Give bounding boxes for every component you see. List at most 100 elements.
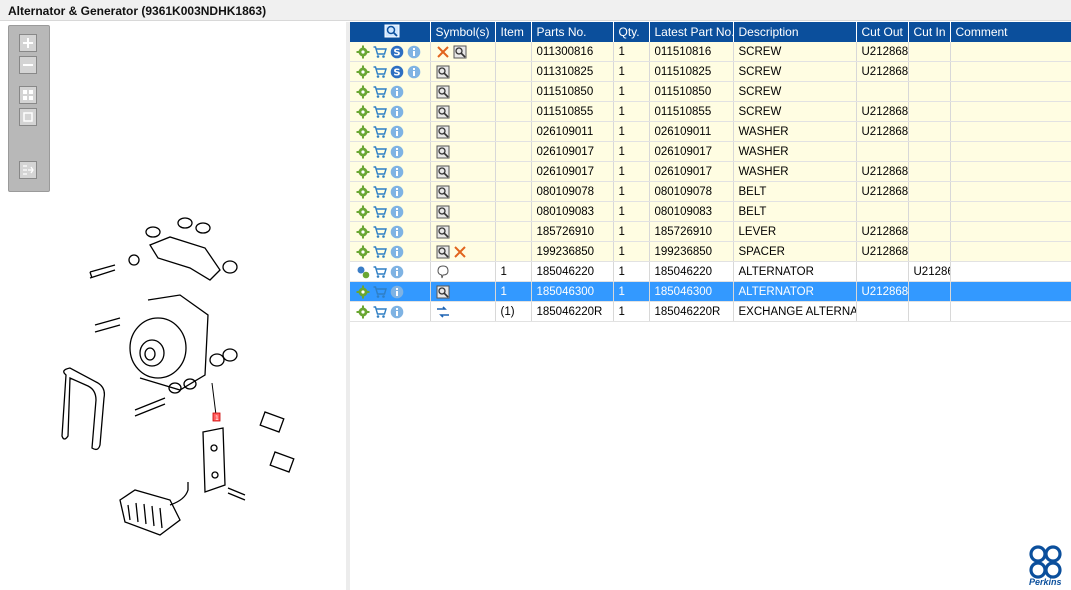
table-row[interactable]: S 0113108251011510825SCREWU212868L bbox=[350, 61, 1071, 82]
catalog-view-icon[interactable] bbox=[436, 205, 450, 219]
cart-icon[interactable] bbox=[373, 85, 387, 99]
table-row[interactable]: 1857269101185726910LEVERU212868L bbox=[350, 221, 1071, 242]
info-icon[interactable] bbox=[390, 105, 404, 119]
table-row[interactable]: S 0113008161011510816SCREWU212868L bbox=[350, 42, 1071, 62]
settings-gear-icon[interactable] bbox=[356, 245, 370, 259]
cell-qty: 1 bbox=[613, 61, 650, 82]
table-row[interactable]: 026109017 1 026109017 WASHER bbox=[350, 141, 1071, 162]
info-icon[interactable] bbox=[407, 45, 421, 59]
table-row[interactable]: 0261090171026109017WASHERU212868L bbox=[350, 161, 1071, 182]
cell-cut-out bbox=[856, 261, 909, 282]
info-icon[interactable] bbox=[390, 265, 404, 279]
cart-icon[interactable] bbox=[373, 125, 387, 139]
column-header[interactable]: Comment bbox=[950, 22, 1071, 42]
settings-gear-icon[interactable] bbox=[356, 65, 370, 79]
table-row[interactable]: 1992368501199236850SPACERU212868L bbox=[350, 241, 1071, 262]
cell-qty: 1 bbox=[613, 181, 650, 202]
cart-icon[interactable] bbox=[373, 245, 387, 259]
settings-gear-icon[interactable] bbox=[356, 125, 370, 139]
catalog-view-icon[interactable] bbox=[436, 285, 450, 299]
cart-icon[interactable] bbox=[373, 65, 387, 79]
catalog-view-icon[interactable] bbox=[436, 65, 450, 79]
info-icon[interactable] bbox=[390, 245, 404, 259]
info-icon[interactable] bbox=[390, 165, 404, 179]
cart-icon[interactable] bbox=[373, 185, 387, 199]
cell-latest: 026109011 bbox=[649, 121, 734, 142]
info-icon[interactable] bbox=[390, 305, 404, 319]
column-header[interactable]: Latest Part No. bbox=[649, 22, 734, 42]
cart-icon[interactable] bbox=[373, 105, 387, 119]
table-row[interactable]: 11850463001185046300ALTERNATORU212868L bbox=[350, 281, 1071, 302]
table-row[interactable]: 0261090111026109011WASHERU212868L bbox=[350, 121, 1071, 142]
cart-icon[interactable] bbox=[373, 285, 387, 299]
cell-qty: 1 bbox=[613, 261, 650, 282]
settings-gear-icon[interactable] bbox=[356, 225, 370, 239]
settings-gear-icon[interactable] bbox=[356, 45, 370, 59]
catalog-view-icon[interactable] bbox=[436, 245, 450, 259]
catalog-view-icon[interactable] bbox=[436, 225, 450, 239]
catalog-view-icon[interactable] bbox=[436, 185, 450, 199]
info-icon[interactable] bbox=[390, 85, 404, 99]
supersession-icon[interactable]: S bbox=[390, 65, 404, 79]
cell-desc: SPACER bbox=[733, 241, 857, 262]
settings-gear-icon[interactable] bbox=[356, 305, 370, 319]
table-row[interactable]: (1) 185046220R 1 185046220R EXCHANGE ALTERNA… bbox=[350, 301, 1071, 322]
table-row[interactable]: 080109083 1 080109083 BELT bbox=[350, 201, 1071, 222]
settings-gear-icon[interactable] bbox=[356, 165, 370, 179]
column-header[interactable]: Cut Out bbox=[856, 22, 909, 42]
column-header[interactable]: Description bbox=[733, 22, 857, 42]
arrow-right-icon bbox=[23, 165, 34, 175]
catalog-view-icon[interactable] bbox=[436, 105, 450, 119]
column-header[interactable]: Symbol(s) bbox=[430, 22, 496, 42]
info-icon[interactable] bbox=[390, 225, 404, 239]
column-header[interactable]: Item bbox=[495, 22, 532, 42]
actual-size-button[interactable] bbox=[19, 108, 37, 126]
supersession-icon[interactable]: S bbox=[390, 45, 404, 59]
removed-x-icon[interactable] bbox=[436, 45, 450, 59]
table-row[interactable]: 1 185046220 1 185046220 ALTERNATOR U21286 bbox=[350, 261, 1071, 282]
column-header[interactable]: Parts No. bbox=[531, 22, 614, 42]
column-header[interactable]: Qty. bbox=[613, 22, 650, 42]
cart-icon[interactable] bbox=[373, 165, 387, 179]
table-row[interactable]: 011510850 1 011510850 SCREW bbox=[350, 81, 1071, 102]
cart-icon[interactable] bbox=[373, 225, 387, 239]
settings-gear-icon[interactable] bbox=[356, 185, 370, 199]
export-button[interactable] bbox=[19, 161, 37, 179]
settings-gear-icon[interactable] bbox=[356, 105, 370, 119]
settings-gears-icon[interactable] bbox=[356, 265, 370, 279]
cart-icon[interactable] bbox=[373, 305, 387, 319]
settings-gear-icon[interactable] bbox=[356, 205, 370, 219]
zoom-out-button[interactable] bbox=[19, 56, 37, 74]
cell-latest: 011510816 bbox=[649, 42, 734, 62]
table-row[interactable]: 0115108551011510855SCREWU212868L bbox=[350, 101, 1071, 122]
cart-icon[interactable] bbox=[373, 265, 387, 279]
info-icon[interactable] bbox=[390, 285, 404, 299]
note-balloon-icon[interactable] bbox=[436, 264, 450, 279]
settings-gear-icon[interactable] bbox=[356, 285, 370, 299]
catalog-view-icon[interactable] bbox=[436, 85, 450, 99]
catalog-view-icon[interactable] bbox=[453, 45, 467, 59]
info-icon[interactable] bbox=[390, 185, 404, 199]
settings-gear-icon[interactable] bbox=[356, 85, 370, 99]
catalog-view-icon[interactable] bbox=[436, 145, 450, 159]
catalog-view-icon[interactable] bbox=[436, 125, 450, 139]
column-header-search[interactable] bbox=[350, 22, 431, 42]
callout-label: 1 bbox=[215, 415, 219, 422]
info-icon[interactable] bbox=[390, 205, 404, 219]
info-icon[interactable] bbox=[390, 145, 404, 159]
exchange-icon[interactable] bbox=[436, 305, 450, 319]
alternator-exploded-diagram[interactable]: 1 bbox=[40, 200, 320, 550]
catalog-view-icon[interactable] bbox=[436, 165, 450, 179]
info-icon[interactable] bbox=[407, 65, 421, 79]
removed-x-icon[interactable] bbox=[453, 245, 467, 259]
cart-icon[interactable] bbox=[373, 45, 387, 59]
column-header[interactable]: Cut In bbox=[908, 22, 951, 42]
fit-all-button[interactable] bbox=[19, 86, 37, 104]
square-icon bbox=[23, 112, 33, 122]
settings-gear-icon[interactable] bbox=[356, 145, 370, 159]
info-icon[interactable] bbox=[390, 125, 404, 139]
cart-icon[interactable] bbox=[373, 205, 387, 219]
table-row[interactable]: 0801090781080109078BELTU212868L bbox=[350, 181, 1071, 202]
zoom-in-button[interactable] bbox=[19, 34, 37, 52]
cart-icon[interactable] bbox=[373, 145, 387, 159]
